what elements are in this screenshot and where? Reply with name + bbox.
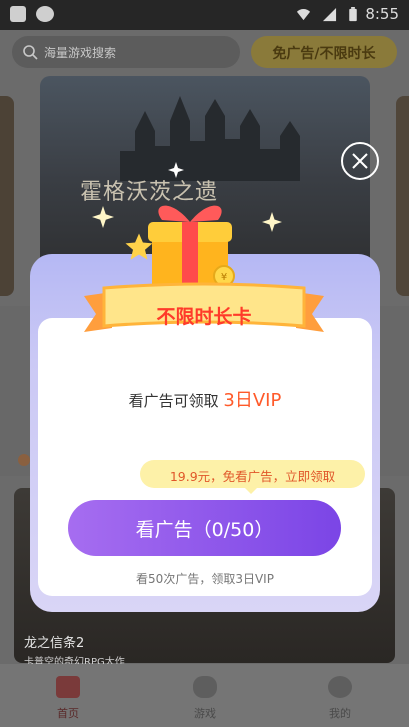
- castle-artwork: [120, 96, 300, 181]
- nav-home-label: 首页: [57, 707, 79, 720]
- bug-app-icon: [36, 6, 54, 22]
- home-icon: [56, 676, 80, 698]
- search-input[interactable]: 海量游戏搜索: [12, 36, 240, 68]
- nav-games-label: 游戏: [194, 707, 216, 720]
- no-ad-button[interactable]: 免广告/不限时长: [251, 36, 397, 68]
- banner-next[interactable]: [396, 96, 409, 296]
- battery-icon: [349, 7, 357, 22]
- section-icon: [18, 454, 30, 466]
- nav-profile-label: 我的: [329, 707, 351, 720]
- search-placeholder: 海量游戏搜索: [44, 46, 117, 60]
- watch-ad-button-label: 看广告（0/50）: [135, 519, 274, 541]
- bottom-nav: 首页 游戏 我的: [0, 664, 409, 727]
- no-ad-button-label: 免广告/不限时长: [272, 46, 376, 62]
- game-title: 龙之信条2: [24, 636, 85, 651]
- wifi-icon: [296, 9, 311, 21]
- status-bar: 8:55: [0, 0, 409, 30]
- reward-hint: 看50次广告，领取3日VIP: [136, 572, 274, 586]
- sparkle-icon: [168, 162, 184, 178]
- clock: 8:55: [365, 5, 399, 23]
- close-icon: [352, 153, 368, 169]
- nav-home[interactable]: 首页: [28, 664, 108, 727]
- close-button[interactable]: [341, 142, 379, 180]
- reward-description: 看广告可领取 3日VIP: [38, 386, 372, 412]
- watch-ad-button[interactable]: 看广告（0/50）: [68, 500, 341, 556]
- gamepad-icon: [193, 676, 217, 698]
- promo-tooltip[interactable]: 19.9元，免看广告，立即领取: [140, 460, 365, 494]
- profile-icon: [328, 676, 352, 698]
- reward-highlight: 3日VIP: [223, 390, 282, 411]
- nav-profile[interactable]: 我的: [300, 664, 380, 727]
- star-icon: [92, 206, 114, 228]
- search-icon: [23, 45, 38, 60]
- signal-icon: [322, 7, 337, 22]
- banner-prev[interactable]: [0, 96, 14, 296]
- star-icon: [262, 212, 282, 232]
- nav-games[interactable]: 游戏: [165, 664, 245, 727]
- app-notification-icon: [10, 6, 26, 22]
- ribbon-title: 不限时长卡: [156, 306, 252, 328]
- promo-text: 19.9元，免看广告，立即领取: [169, 469, 336, 484]
- reward-prefix: 看广告可领取: [128, 392, 224, 410]
